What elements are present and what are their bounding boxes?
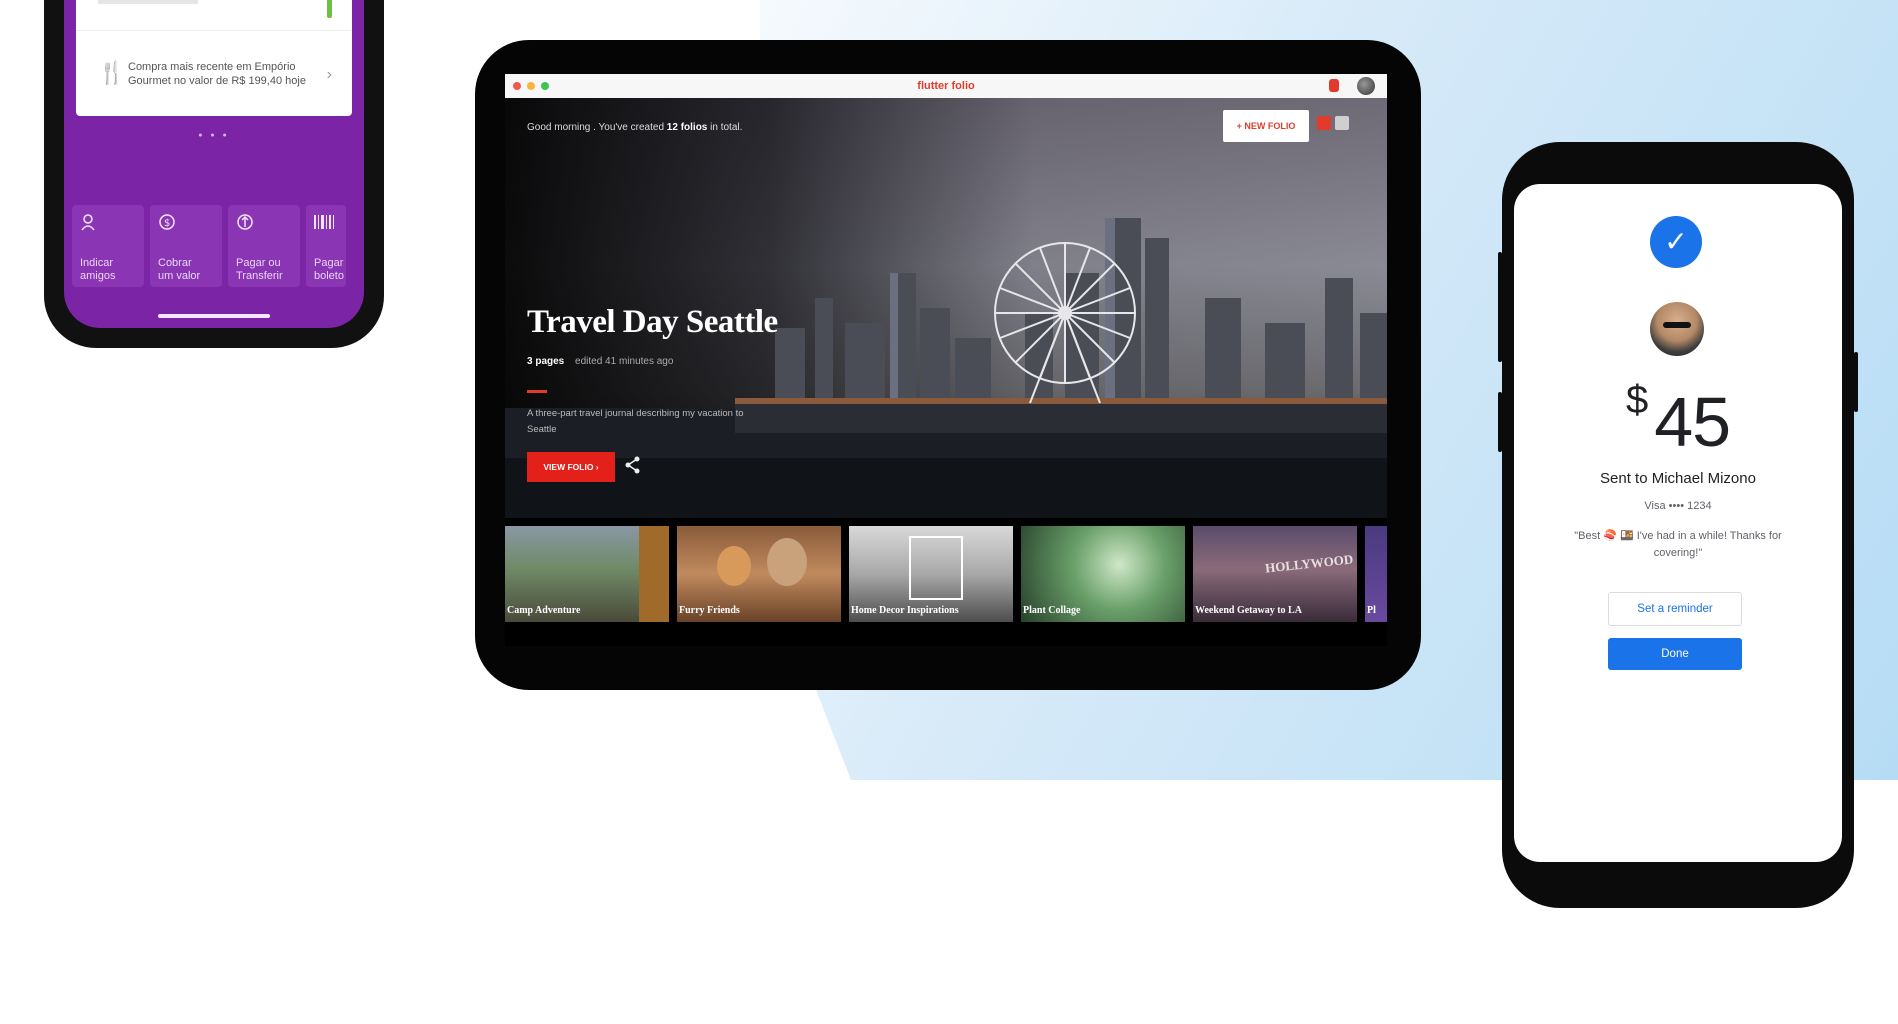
action-label: Indicar amigos — [80, 257, 116, 282]
thumbnail-label: Plant Collage — [1023, 605, 1081, 616]
person-icon — [80, 213, 98, 236]
checkmark-icon: ✓ — [1650, 216, 1702, 268]
purple-phone: 🍴 Compra mais recente em Empório Gourmet… — [44, 0, 384, 348]
tent-image — [639, 526, 669, 622]
grid-view-icon[interactable] — [1317, 116, 1331, 130]
svg-text:$: $ — [164, 218, 170, 229]
action-pagar-transferir[interactable]: Pagar ou Transferir — [228, 205, 300, 287]
purchase-card[interactable]: 🍴 Compra mais recente em Empório Gourmet… — [76, 0, 352, 116]
action-indicar-amigos[interactable]: Indicar amigos — [72, 205, 144, 287]
set-reminder-button[interactable]: Set a reminder — [1608, 592, 1742, 626]
side-button — [1498, 392, 1502, 452]
payment-note: "Best 🍣 🍱 I've had in a while! Thanks fo… — [1574, 530, 1782, 559]
page-count: 3 pages — [527, 356, 565, 367]
action-shortcuts: Indicar amigos $ Cobrar um valor Pagar o… — [72, 205, 346, 287]
hero-banner: Good morning . You've created 12 folios … — [505, 98, 1387, 518]
chevron-right-icon[interactable]: › — [327, 66, 332, 84]
action-label: Pagar boleto — [314, 257, 344, 282]
folio-app-screen: flutter folio Good morning . You've crea… — [505, 74, 1387, 646]
card-placeholder-line — [98, 0, 198, 4]
thumbnail-label: Camp Adventure — [507, 605, 581, 616]
notification-icon[interactable] — [1329, 79, 1339, 92]
user-avatar[interactable] — [1357, 77, 1375, 95]
thumbnail-plant-collage[interactable]: Plant Collage — [1021, 526, 1185, 622]
thumbnail-partial[interactable]: Pl — [1365, 526, 1387, 622]
carousel-dots: ● ● ● — [198, 132, 230, 139]
cutlery-icon: 🍴 — [98, 60, 126, 85]
folio-thumbnails: Camp Adventure Furry Friends Home Decor … — [505, 526, 1387, 622]
action-cobrar-valor[interactable]: $ Cobrar um valor — [150, 205, 222, 287]
thumbnail-label: Pl — [1367, 605, 1376, 616]
action-pagar-boleto[interactable]: Pagar boleto — [306, 205, 346, 287]
barcode-icon — [314, 213, 336, 234]
volume-button — [1498, 252, 1502, 362]
view-toggle — [1317, 116, 1349, 130]
new-folio-button[interactable]: + NEW FOLIO — [1223, 110, 1309, 142]
thumbnail-label: Weekend Getaway to LA — [1195, 605, 1302, 616]
share-icon[interactable] — [625, 456, 641, 479]
recipient-avatar — [1650, 302, 1704, 356]
tablet-device: flutter folio Good morning . You've crea… — [475, 40, 1421, 690]
greeting-prefix: Good morning . You've created — [527, 122, 665, 133]
payment-confirmation-screen: ✓ $45 Sent to Michael Mizono Visa •••• 1… — [1514, 184, 1842, 862]
payment-amount: $45 — [1514, 378, 1842, 462]
thumbnail-home-decor[interactable]: Home Decor Inspirations — [849, 526, 1013, 622]
home-indicator[interactable] — [158, 314, 270, 318]
edited-time: edited 41 minutes ago — [575, 356, 674, 367]
thumbnail-weekend-getaway[interactable]: HOLLYWOOD Weekend Getaway to LA — [1193, 526, 1357, 622]
thumbnail-label: Furry Friends — [679, 605, 740, 616]
dog-image — [717, 546, 751, 586]
dog-image — [767, 538, 807, 586]
list-view-icon[interactable] — [1335, 116, 1349, 130]
app-title: flutter folio — [917, 80, 975, 92]
thumbnail-label: Home Decor Inspirations — [851, 605, 959, 616]
currency-symbol: $ — [1625, 378, 1649, 422]
view-folio-button[interactable]: VIEW FOLIO › — [527, 452, 615, 482]
accent-divider — [527, 390, 547, 393]
greeting-suffix: in total. — [710, 122, 743, 133]
power-button — [1854, 352, 1858, 412]
coin-icon: $ — [158, 213, 176, 236]
payment-method: Visa •••• 1234 — [1644, 500, 1712, 512]
thumbnail-furry-friends[interactable]: Furry Friends — [677, 526, 841, 622]
folio-count: 12 folios — [666, 122, 708, 133]
window-titlebar: flutter folio — [505, 74, 1387, 98]
amount-value: 45 — [1654, 383, 1731, 461]
folio-meta: 3 pages edited 41 minutes ago — [527, 356, 673, 367]
transfer-icon — [236, 213, 254, 236]
action-label: Pagar ou Transferir — [236, 257, 283, 282]
folio-description: A three-part travel journal describing m… — [527, 408, 744, 435]
window-image — [909, 536, 963, 600]
hollywood-sign-image: HOLLYWOOD — [1264, 551, 1354, 576]
recipient-text: Sent to Michael Mizono — [1600, 470, 1756, 487]
card-divider — [76, 30, 352, 31]
recent-purchase-text: Compra mais recente em Empório Gourmet n… — [128, 61, 306, 87]
balance-indicator — [327, 0, 332, 18]
thumbnail-camp-adventure[interactable]: Camp Adventure — [505, 526, 669, 622]
done-button[interactable]: Done — [1608, 638, 1742, 670]
pay-phone: ✓ $45 Sent to Michael Mizono Visa •••• 1… — [1498, 142, 1858, 908]
purple-phone-screen: 🍴 Compra mais recente em Empório Gourmet… — [64, 0, 364, 328]
action-label: Cobrar um valor — [158, 257, 201, 282]
folio-title: Travel Day Seattle — [527, 304, 778, 340]
sunglasses-icon — [1663, 322, 1691, 328]
greeting-text: Good morning . You've created 12 folios … — [527, 122, 742, 133]
